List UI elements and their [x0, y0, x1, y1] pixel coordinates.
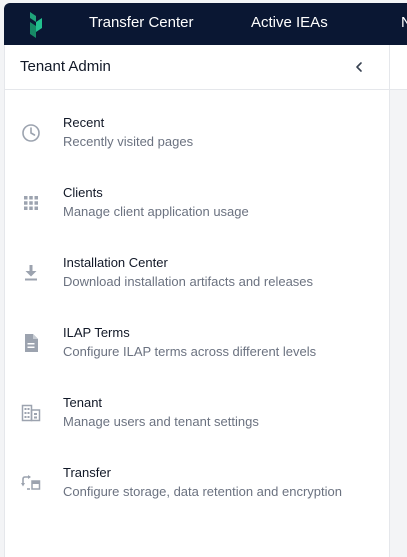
panel-title: Tenant Admin — [20, 58, 111, 75]
clock-icon — [20, 122, 42, 144]
menu-item-transfer[interactable]: Transfer Configure storage, data retenti… — [5, 463, 389, 527]
menu-item-description: Recently visited pages — [63, 134, 194, 149]
tenant-admin-panel: Tenant Admin Recent Recently visited pag… — [4, 45, 390, 557]
nav-transfer-center[interactable]: Transfer Center — [89, 3, 193, 45]
main-content-edge — [390, 45, 407, 557]
menu-item-label: Clients — [63, 185, 103, 200]
menu-item-label: Recent — [63, 115, 105, 130]
top-navigation-bar: Transfer Center Active IEAs N — [4, 3, 407, 45]
nav-item-truncated[interactable]: N — [401, 3, 407, 45]
menu-item-label: Tenant — [63, 395, 103, 410]
transfer-icon — [20, 472, 42, 494]
menu-item-label: ILAP Terms — [63, 325, 130, 340]
nav-active-ieas[interactable]: Active IEAs — [251, 3, 328, 45]
menu-item-ilap-terms[interactable]: ILAP Terms Configure ILAP terms across d… — [5, 323, 389, 387]
menu-item-description: Download installation artifacts and rele… — [63, 274, 314, 289]
chevron-left-icon — [356, 62, 362, 72]
menu-item-label: Installation Center — [63, 255, 168, 270]
menu-item-tenant[interactable]: Tenant Manage users and tenant settings — [5, 393, 389, 457]
download-icon — [20, 262, 42, 284]
apps-grid-icon — [20, 192, 42, 214]
building-icon — [20, 402, 42, 424]
menu-item-description: Configure ILAP terms across different le… — [63, 344, 317, 359]
main-content-header-edge — [390, 45, 407, 90]
panel-header: Tenant Admin — [5, 45, 389, 90]
menu-item-recent[interactable]: Recent Recently visited pages — [5, 113, 389, 177]
collapse-panel-button[interactable] — [349, 57, 369, 77]
document-icon — [20, 332, 42, 354]
menu-item-label: Transfer — [63, 465, 111, 480]
menu-item-clients[interactable]: Clients Manage client application usage — [5, 183, 389, 247]
menu-item-description: Manage client application usage — [63, 204, 249, 219]
company-logo-icon[interactable] — [28, 12, 44, 38]
menu-item-installation-center[interactable]: Installation Center Download installatio… — [5, 253, 389, 317]
menu-item-description: Configure storage, data retention and en… — [63, 484, 342, 499]
menu-item-description: Manage users and tenant settings — [63, 414, 259, 429]
